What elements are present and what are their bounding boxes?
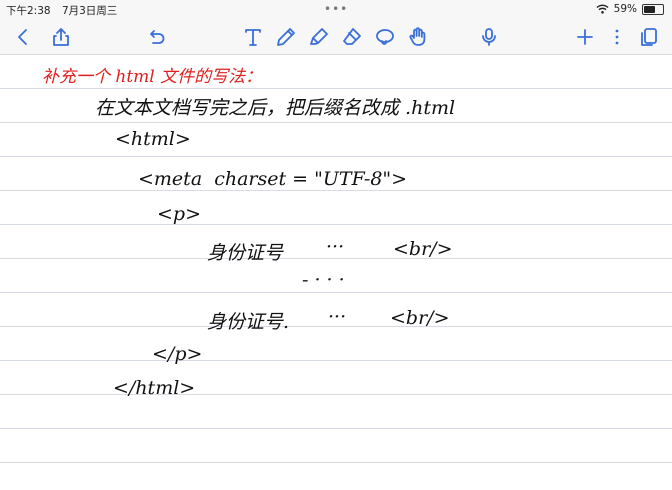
add-button[interactable] <box>572 24 598 50</box>
highlighter-icon <box>310 28 328 45</box>
pages-button[interactable] <box>636 24 662 50</box>
more-button[interactable] <box>604 24 630 50</box>
share-icon <box>53 28 69 46</box>
pen-icon <box>277 28 295 46</box>
microphone-icon <box>482 28 496 46</box>
hand-icon <box>409 27 426 46</box>
multitasking-dots[interactable]: ••• <box>324 2 348 16</box>
hand-button[interactable] <box>405 24 431 50</box>
battery-icon <box>642 3 664 15</box>
status-time: 下午2:38 <box>6 5 51 17</box>
add-icon <box>577 29 593 45</box>
microphone-button[interactable] <box>476 24 502 50</box>
note-line-7-label: 身份证号. <box>207 311 290 333</box>
note-line-9: </html> <box>113 377 196 399</box>
note-line-2: <html> <box>115 128 191 150</box>
eraser-icon <box>343 28 361 45</box>
pages-icon <box>641 28 657 46</box>
back-icon <box>18 29 27 45</box>
status-bar: 下午2:38 7月3日周三 ••• 59% <box>0 0 672 20</box>
note-line-8: </p> <box>152 343 203 365</box>
back-button[interactable] <box>10 24 36 50</box>
lasso-button[interactable] <box>372 24 398 50</box>
wifi-icon <box>596 4 609 14</box>
note-heading: 补充一个 html 文件的写法： <box>42 67 263 87</box>
note-line-7-tag: <br/> <box>390 307 450 329</box>
pen-tool-button[interactable] <box>273 24 299 50</box>
eraser-button[interactable] <box>339 24 365 50</box>
lasso-icon <box>376 29 394 45</box>
battery-percent: 59% <box>613 3 637 15</box>
undo-button[interactable] <box>143 24 169 50</box>
note-line-5-ellipsis: ··· <box>326 236 345 258</box>
note-line-4: <p> <box>157 203 202 225</box>
toolbar <box>0 20 672 55</box>
share-button[interactable] <box>48 24 74 50</box>
note-line-5-label: 身份证号 <box>207 242 284 264</box>
highlighter-button[interactable] <box>306 24 332 50</box>
note-line-7-ellipsis: ··· <box>328 306 347 328</box>
notebook-page[interactable]: 补充一个 html 文件的写法： 在文本文档写完之后，把后缀名改成 .html … <box>0 55 672 490</box>
text-tool-button[interactable] <box>240 24 266 50</box>
note-line-3: <meta charset = "UTF-8"> <box>138 168 408 190</box>
text-tool-icon <box>245 29 261 46</box>
status-date: 7月3日周三 <box>61 5 118 17</box>
note-line-1: 在文本文档写完之后，把后缀名改成 .html <box>95 97 456 119</box>
undo-icon <box>150 30 165 44</box>
more-icon <box>615 29 619 45</box>
note-line-6: - · · · <box>302 269 345 291</box>
note-line-5-tag: <br/> <box>393 238 453 260</box>
